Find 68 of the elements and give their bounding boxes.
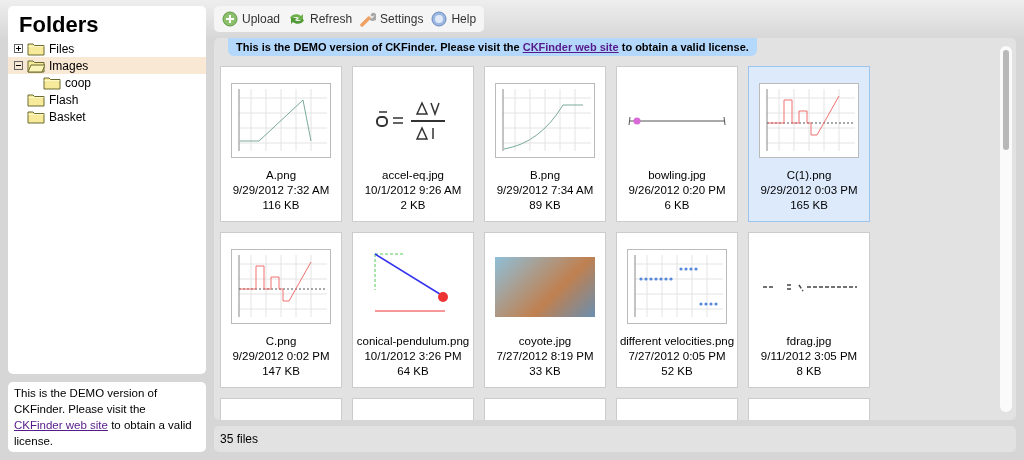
file-name: A.png (265, 168, 297, 183)
file-name: accel-eq.jpg (382, 168, 444, 183)
file-card[interactable]: accel-eq.jpg 10/1/2012 9:26 AM 2 KB (352, 66, 474, 222)
file-card[interactable]: B.png 9/29/2012 7:34 AM 89 KB (484, 66, 606, 222)
website-link[interactable]: CKFinder web site (522, 41, 619, 53)
file-date: 9/11/2012 3:05 PM (760, 349, 858, 364)
folder-item[interactable]: Files (8, 40, 206, 57)
file-date: 9/29/2012 7:32 AM (232, 183, 330, 198)
file-size: 6 KB (664, 198, 690, 213)
folder-item[interactable]: coop (8, 74, 206, 91)
file-date: 9/29/2012 0:02 PM (232, 349, 330, 364)
folder-icon (43, 75, 61, 90)
demo-banner: This is the DEMO version of CKFinder. Please visit the CKFinder web site to obtain a valid license. (228, 38, 757, 56)
open-folder-icon (27, 58, 45, 73)
folder-item[interactable]: Basket (8, 108, 206, 125)
file-date: 9/29/2012 0:03 PM (760, 183, 858, 198)
file-size: 116 KB (262, 198, 300, 213)
file-card[interactable]: A.png 9/29/2012 7:32 AM 116 KB (220, 66, 342, 222)
file-size: 147 KB (262, 364, 300, 379)
file-card[interactable]: bowling.jpg 9/26/2012 0:20 PM 6 KB (616, 66, 738, 222)
file-size: 8 KB (796, 364, 822, 379)
refresh-button[interactable]: Refresh (288, 11, 353, 27)
file-name: different velocities.png (619, 334, 735, 349)
file-size: 52 KB (661, 364, 693, 379)
file-size: 165 KB (790, 198, 828, 213)
file-card[interactable]: conical-pendulum.png 10/1/2012 3:26 PM 64 KB (352, 232, 474, 388)
collapse-icon[interactable] (14, 61, 23, 70)
file-name: bowling.jpg (648, 168, 706, 183)
folder-icon (27, 92, 45, 107)
file-name: fdrag.jpg (786, 334, 832, 349)
file-size: 2 KB (400, 198, 426, 213)
folders-title: Folders (19, 12, 99, 38)
scrollbar-thumb[interactable] (1003, 50, 1009, 150)
plus-circle-icon (222, 11, 238, 27)
file-date: 10/1/2012 9:26 AM (364, 183, 462, 198)
file-count: 35 files (214, 426, 1016, 452)
folder-item[interactable]: Images (8, 57, 206, 74)
license-notice: This is the DEMO version of CKFinder. Please visit the CKFinder web site to obtain a valid license. (8, 382, 206, 452)
website-link[interactable]: CKFinder web site (14, 419, 108, 431)
folder-icon (27, 109, 45, 124)
help-button[interactable]: Help (431, 11, 477, 27)
file-size: 64 KB (397, 364, 429, 379)
file-card[interactable]: C(1).png 9/29/2012 0:03 PM 165 KB (748, 66, 870, 222)
file-date: 7/27/2012 0:05 PM (628, 349, 726, 364)
file-size: 89 KB (529, 198, 561, 213)
file-date: 9/29/2012 7:34 AM (496, 183, 594, 198)
file-card[interactable]: coyote.jpg 7/27/2012 8:19 PM 33 KB (484, 232, 606, 388)
file-name: C.png (265, 334, 297, 349)
file-card[interactable]: fdrag.jpg 9/11/2012 3:05 PM 8 KB (748, 232, 870, 388)
file-name: coyote.jpg (518, 334, 572, 349)
file-card[interactable]: C.png 9/29/2012 0:02 PM 147 KB (220, 232, 342, 388)
file-name: conical-pendulum.png (356, 334, 470, 349)
file-date: 9/26/2012 0:20 PM (628, 183, 726, 198)
file-name: C(1).png (786, 168, 832, 183)
file-date: 7/27/2012 8:19 PM (496, 349, 594, 364)
help-icon (431, 11, 448, 27)
upload-button[interactable]: Upload (222, 11, 281, 27)
folder-item[interactable]: Flash (8, 91, 206, 108)
file-size: 33 KB (529, 364, 561, 379)
file-name: B.png (529, 168, 561, 183)
folder-icon (27, 41, 45, 56)
wrench-icon (360, 11, 377, 27)
settings-button[interactable]: Settings (360, 11, 424, 27)
refresh-icon (288, 11, 307, 27)
file-date: 10/1/2012 3:26 PM (364, 349, 462, 364)
file-card[interactable]: different velocities.png 7/27/2012 0:05 PM 52 KB (616, 232, 738, 388)
scrollbar[interactable] (1000, 46, 1012, 412)
expand-icon[interactable] (14, 44, 23, 53)
